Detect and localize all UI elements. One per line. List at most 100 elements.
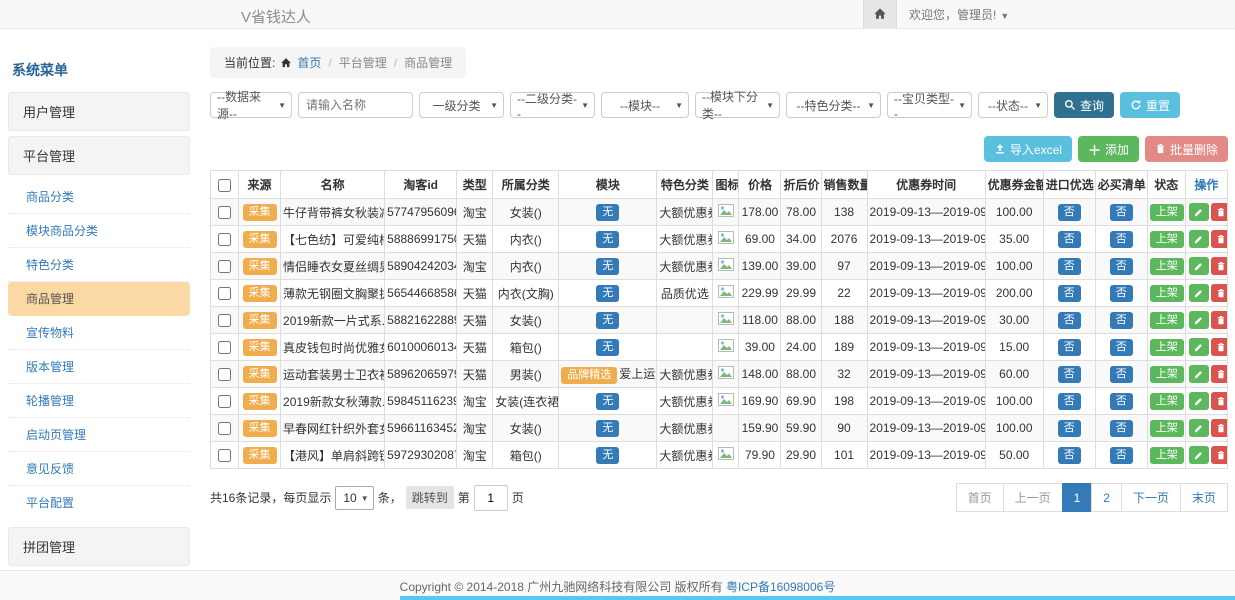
status-toggle[interactable]: 上架 (1150, 204, 1184, 221)
delete-button[interactable] (1211, 284, 1228, 302)
sidebar-item-平台配置[interactable]: 平台配置 (8, 486, 190, 519)
status-toggle[interactable]: 上架 (1150, 231, 1184, 248)
edit-button[interactable] (1189, 365, 1209, 383)
row-checkbox[interactable] (218, 233, 231, 246)
row-checkbox[interactable] (218, 341, 231, 354)
delete-button[interactable] (1211, 419, 1228, 437)
edit-button[interactable] (1189, 203, 1209, 221)
import-select-toggle[interactable]: 否 (1058, 447, 1081, 464)
status-toggle[interactable]: 上架 (1150, 366, 1184, 383)
status-toggle[interactable]: 上架 (1150, 447, 1184, 464)
delete-button[interactable] (1211, 257, 1228, 275)
search-button[interactable]: 查询 (1054, 92, 1114, 118)
must-buy-toggle[interactable]: 否 (1110, 312, 1133, 329)
icp-link[interactable]: 粤ICP备16098006号 (726, 578, 835, 595)
edit-button[interactable] (1189, 257, 1209, 275)
status-toggle[interactable]: 上架 (1150, 258, 1184, 275)
edit-button[interactable] (1189, 446, 1209, 464)
edit-button[interactable] (1189, 230, 1209, 248)
import-select-toggle[interactable]: 否 (1058, 420, 1081, 437)
status-toggle[interactable]: 上架 (1150, 339, 1184, 356)
sidebar-item-模块商品分类[interactable]: 模块商品分类 (8, 214, 190, 248)
must-buy-toggle[interactable]: 否 (1110, 258, 1133, 275)
sidebar-item-意见反馈[interactable]: 意见反馈 (8, 452, 190, 486)
delete-button[interactable] (1211, 338, 1228, 356)
status-toggle[interactable]: 上架 (1150, 312, 1184, 329)
import-select-toggle[interactable]: 否 (1058, 258, 1081, 275)
add-button[interactable]: ＋ 添加 (1078, 136, 1139, 162)
batch-delete-button[interactable]: 批量删除 (1145, 136, 1228, 162)
page-button-下一页[interactable]: 下一页 (1121, 483, 1181, 512)
sidebar-item-商品分类[interactable]: 商品分类 (8, 180, 190, 214)
sidebar-group-平台管理[interactable]: 平台管理 (8, 136, 190, 175)
sidebar-group-用户管理[interactable]: 用户管理 (8, 92, 190, 131)
jump-button[interactable]: 跳转到 (406, 486, 454, 509)
home-button[interactable] (863, 0, 897, 28)
must-buy-toggle[interactable]: 否 (1110, 420, 1133, 437)
page-size-select[interactable]: 10▼ (335, 486, 373, 510)
status-toggle[interactable]: 上架 (1150, 285, 1184, 302)
must-buy-toggle[interactable]: 否 (1110, 231, 1133, 248)
sidebar-item-商品管理[interactable]: 商品管理 (8, 282, 190, 316)
edit-button[interactable] (1189, 311, 1209, 329)
edit-button[interactable] (1189, 419, 1209, 437)
page-button-上一页[interactable]: 上一页 (1003, 483, 1063, 512)
bottom-scrollbar[interactable] (400, 596, 1235, 600)
must-buy-toggle[interactable]: 否 (1110, 285, 1133, 302)
row-checkbox[interactable] (218, 314, 231, 327)
page-button-1[interactable]: 1 (1062, 483, 1093, 512)
import-select-toggle[interactable]: 否 (1058, 204, 1081, 221)
delete-button[interactable] (1211, 446, 1228, 464)
item-type-select[interactable]: --宝贝类型--▼ (887, 92, 972, 118)
breadcrumb-home-link[interactable]: 首页 (297, 54, 321, 71)
delete-button[interactable] (1211, 365, 1228, 383)
delete-button[interactable] (1211, 392, 1228, 410)
edit-button[interactable] (1189, 284, 1209, 302)
status-toggle[interactable]: 上架 (1150, 393, 1184, 410)
import-select-toggle[interactable]: 否 (1058, 393, 1081, 410)
welcome-dropdown[interactable]: 欢迎您，管理员!▼ (909, 6, 1009, 23)
import-select-toggle[interactable]: 否 (1058, 231, 1081, 248)
must-buy-toggle[interactable]: 否 (1110, 339, 1133, 356)
page-button-首页[interactable]: 首页 (956, 483, 1004, 512)
page-button-末页[interactable]: 末页 (1180, 483, 1228, 512)
must-buy-toggle[interactable]: 否 (1110, 366, 1133, 383)
status-select[interactable]: --状态--▼ (978, 92, 1048, 118)
sidebar-item-特色分类[interactable]: 特色分类 (8, 248, 190, 282)
jump-page-input[interactable] (474, 485, 508, 511)
row-checkbox[interactable] (218, 287, 231, 300)
sidebar-item-启动页管理[interactable]: 启动页管理 (8, 418, 190, 452)
delete-button[interactable] (1211, 203, 1228, 221)
import-excel-button[interactable]: 导入excel (984, 136, 1072, 162)
must-buy-toggle[interactable]: 否 (1110, 204, 1133, 221)
status-toggle[interactable]: 上架 (1150, 420, 1184, 437)
sidebar-item-宣传物料[interactable]: 宣传物料 (8, 316, 190, 350)
name-input[interactable] (298, 92, 413, 118)
reset-button[interactable]: 重置 (1120, 92, 1180, 118)
page-button-2[interactable]: 2 (1091, 483, 1122, 512)
row-checkbox[interactable] (218, 368, 231, 381)
module-select[interactable]: --模块--▼ (601, 92, 689, 118)
select-all-checkbox[interactable] (218, 179, 231, 192)
sidebar-item-轮播管理[interactable]: 轮播管理 (8, 384, 190, 418)
level1-category-select[interactable]: 一级分类▼ (419, 92, 504, 118)
level2-category-select[interactable]: --二级分类--▼ (510, 92, 595, 118)
row-checkbox[interactable] (218, 260, 231, 273)
row-checkbox[interactable] (218, 422, 231, 435)
data-source-select[interactable]: --数据来源--▼ (210, 92, 292, 118)
feature-category-select[interactable]: --特色分类--▼ (786, 92, 881, 118)
delete-button[interactable] (1211, 230, 1228, 248)
row-checkbox[interactable] (218, 206, 231, 219)
import-select-toggle[interactable]: 否 (1058, 285, 1081, 302)
import-select-toggle[interactable]: 否 (1058, 312, 1081, 329)
edit-button[interactable] (1189, 392, 1209, 410)
row-checkbox[interactable] (218, 449, 231, 462)
sidebar-group-拼团管理[interactable]: 拼团管理 (8, 527, 190, 566)
delete-button[interactable] (1211, 311, 1228, 329)
module-sub-category-select[interactable]: --模块下分类--▼ (695, 92, 780, 118)
edit-button[interactable] (1189, 338, 1209, 356)
sidebar-item-版本管理[interactable]: 版本管理 (8, 350, 190, 384)
must-buy-toggle[interactable]: 否 (1110, 393, 1133, 410)
must-buy-toggle[interactable]: 否 (1110, 447, 1133, 464)
import-select-toggle[interactable]: 否 (1058, 366, 1081, 383)
